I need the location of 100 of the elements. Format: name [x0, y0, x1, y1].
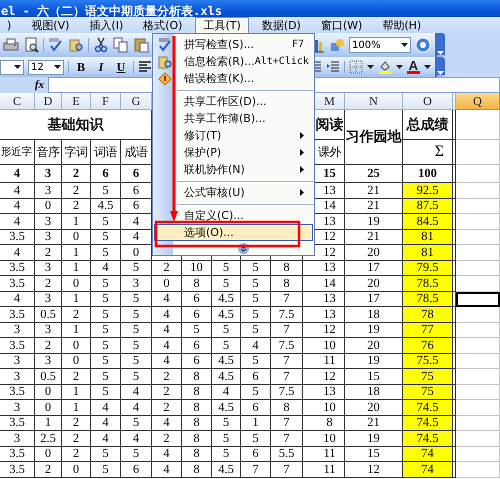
table-cell: 5 [182, 322, 212, 338]
table-cell: 74 [403, 446, 453, 462]
table-cell: 2 [62, 446, 91, 462]
table-cell: 1 [62, 292, 91, 307]
table-cell: 3 [35, 165, 62, 183]
table-cell: 5 [212, 338, 241, 354]
table-cell: 5 [212, 446, 241, 462]
header-cell: 习作园地 [345, 110, 403, 165]
table-cell: 4 [121, 431, 152, 446]
table-cell: 3.5 [0, 260, 35, 276]
table-cell: 13 [303, 307, 345, 322]
table-cell: 3.5 [0, 462, 35, 478]
table-cell: 3 [35, 354, 62, 369]
table-cell: 87.5 [403, 198, 453, 214]
table-cell: 74.5 [403, 416, 453, 431]
table-cell: 4 [121, 400, 152, 416]
table-cell: 74 [403, 462, 453, 478]
table-cell: 77 [403, 322, 453, 338]
table-cell: 1 [62, 214, 91, 230]
table-cell: 0 [62, 354, 91, 369]
table-cell: 3.5 [0, 338, 35, 354]
table-cell: 11 [303, 354, 345, 369]
table-cell: 1 [62, 384, 91, 400]
table-cell: 5 [212, 276, 241, 292]
table-cell: 8 [182, 400, 212, 416]
table-cell: 4 [152, 292, 182, 307]
table-cell: 5 [91, 446, 121, 462]
table-cell: 8 [182, 462, 212, 478]
table-cell: 3 [121, 276, 152, 292]
table-cell: 2 [35, 245, 62, 260]
table-cell: 5 [241, 431, 271, 446]
table-cell: 7 [271, 369, 303, 384]
table-cell: 4 [121, 384, 152, 400]
table-cell: 0 [35, 400, 62, 416]
table-cell: 4 [0, 245, 35, 260]
table-cell: 5 [91, 462, 121, 478]
table-cell: 4 [212, 384, 241, 400]
table-cell: 4.5 [212, 462, 241, 478]
table-cell: 4 [0, 214, 35, 230]
table-cell: 92.5 [403, 183, 453, 198]
table-cell: 7 [241, 462, 271, 478]
table-cell: 1 [35, 416, 62, 431]
table-cell: 5 [212, 431, 241, 446]
table-cell: 3 [0, 400, 35, 416]
table-cell: 5 [212, 416, 241, 431]
table-cell: 6 [182, 307, 212, 322]
table-cell: 5 [212, 322, 241, 338]
table-cell: 13 [303, 292, 345, 307]
table-cell: 3.5 [0, 307, 35, 322]
table-cell: 74.5 [403, 400, 453, 416]
table-cell: 1 [62, 260, 91, 276]
table-cell: 5 [91, 384, 121, 400]
table-cell: 13 [303, 384, 345, 400]
table-cell: 74.5 [403, 431, 453, 446]
table-cell: 5 [121, 354, 152, 369]
table-cell: 4 [152, 338, 182, 354]
table-cell: 4 [0, 183, 35, 198]
table-cell: 5 [91, 245, 121, 260]
table-cell: 7 [271, 462, 303, 478]
table-cell: 76 [403, 338, 453, 354]
table-cell: 4 [91, 260, 121, 276]
table-cell: 7 [271, 354, 303, 369]
header-cell: 字词 [62, 140, 91, 165]
table-cell: 2 [152, 260, 182, 276]
table-cell: 25 [345, 165, 403, 183]
table-cell: 5 [91, 322, 121, 338]
table-cell: 5 [241, 307, 271, 322]
table-cell: 4 [152, 462, 182, 478]
table-cell: 8 [182, 446, 212, 462]
table-cell: 78.5 [403, 276, 453, 292]
table-cell: 4 [152, 416, 182, 431]
table-cell: 7 [271, 416, 303, 431]
table-cell: 8 [303, 416, 345, 431]
table-cell: 7 [271, 431, 303, 446]
table-cell: 5 [121, 260, 152, 276]
table-cell: 5 [91, 369, 121, 384]
table-cell: 8 [271, 276, 303, 292]
table-cell: 75 [403, 384, 453, 400]
table-cell: 6 [241, 446, 271, 462]
header-cell: 总成绩 [403, 110, 453, 140]
table-cell: 0 [35, 446, 62, 462]
table-cell: 4 [91, 400, 121, 416]
table-cell: 0.5 [35, 369, 62, 384]
table-cell: 5 [212, 260, 241, 276]
table-cell: 3.5 [0, 416, 35, 431]
table-cell: 0 [35, 384, 62, 400]
table-cell: 5 [121, 322, 152, 338]
table-cell: 7.5 [271, 307, 303, 322]
table-cell: 8 [271, 400, 303, 416]
table-cell: 4.5 [212, 354, 241, 369]
table-cell: 5 [121, 338, 152, 354]
table-cell: 5 [91, 292, 121, 307]
table-cell: 5 [241, 292, 271, 307]
table-cell: 5 [121, 369, 152, 384]
header-cell: 形近字 [0, 140, 35, 165]
table-cell: 5 [241, 384, 271, 400]
table-cell: 4 [91, 431, 121, 446]
table-cell: 2 [152, 384, 182, 400]
table-cell: 2 [62, 431, 91, 446]
table-cell: 6 [182, 338, 212, 354]
